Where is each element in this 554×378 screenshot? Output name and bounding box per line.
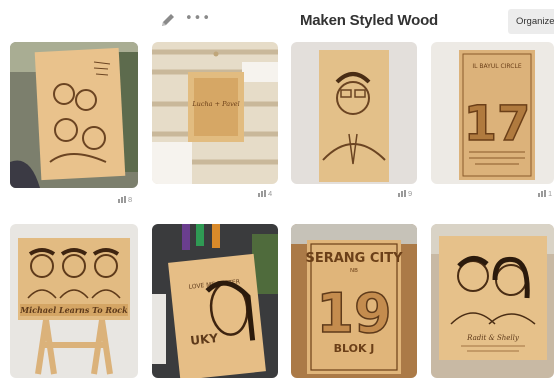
like-icon bbox=[258, 190, 266, 197]
pin-card[interactable]: Radit & Shelly bbox=[431, 224, 554, 378]
pin7-engraved-nb: NB bbox=[350, 268, 358, 274]
pin-image: SERANG CITY NB 19 BLOK J bbox=[291, 224, 417, 378]
pin2-engraved-names: Lucha + Pavel bbox=[191, 100, 239, 108]
pin-card[interactable]: SERANG CITY NB 19 BLOK J bbox=[291, 224, 417, 378]
pin-image: Michael Learns To Rock bbox=[10, 224, 138, 378]
like-count-value: 8 bbox=[128, 195, 133, 204]
like-icon bbox=[538, 190, 546, 197]
pin7-engraved-number: 19 bbox=[316, 282, 391, 345]
organize-button[interactable]: Organize bbox=[508, 9, 554, 34]
like-count: 1 bbox=[538, 189, 552, 198]
pin-card[interactable]: Lucha + Pavel bbox=[152, 42, 278, 184]
like-icon bbox=[398, 190, 406, 197]
pencil-edit-icon[interactable] bbox=[160, 12, 176, 28]
pin5-engraved-banner: Michael Learns To Rock bbox=[19, 305, 128, 315]
pin-card[interactable] bbox=[10, 42, 138, 188]
board-header: ••• Maken Styled Wood Organize bbox=[0, 0, 554, 40]
pin-image: LOVE ME BETTER UKY bbox=[152, 224, 278, 378]
pin7-engraved-block: BLOK J bbox=[334, 342, 375, 355]
pin-image: IL BAYUL CIRCLE 17 bbox=[431, 42, 554, 184]
like-count-value: 4 bbox=[268, 189, 273, 198]
pin6-engraved-name: UKY bbox=[190, 331, 219, 348]
pin4-engraved-number: 17 bbox=[464, 96, 531, 152]
pin-card[interactable]: Michael Learns To Rock bbox=[10, 224, 138, 378]
like-count-value: 1 bbox=[548, 189, 553, 198]
like-count: 9 bbox=[398, 189, 412, 198]
like-count-value: 9 bbox=[408, 189, 413, 198]
pin-image: Radit & Shelly bbox=[431, 224, 554, 378]
pin-card[interactable] bbox=[291, 42, 417, 184]
board-title: Maken Styled Wood bbox=[300, 12, 439, 29]
pin-card[interactable]: LOVE ME BETTER UKY bbox=[152, 224, 278, 378]
pin-card[interactable]: IL BAYUL CIRCLE 17 bbox=[431, 42, 554, 184]
pin-image: Lucha + Pavel bbox=[152, 42, 278, 184]
like-count: 8 bbox=[118, 195, 132, 204]
like-count: 4 bbox=[258, 189, 272, 198]
like-icon bbox=[118, 196, 126, 203]
pin4-engraved-header: IL BAYUL CIRCLE bbox=[472, 63, 521, 70]
pin8-engraved-names: Radit & Shelly bbox=[466, 334, 520, 342]
more-options-icon[interactable]: ••• bbox=[185, 11, 210, 27]
pin-image bbox=[291, 42, 417, 184]
pin7-engraved-city: SERANG CITY bbox=[305, 251, 403, 266]
pin-image bbox=[10, 42, 138, 188]
